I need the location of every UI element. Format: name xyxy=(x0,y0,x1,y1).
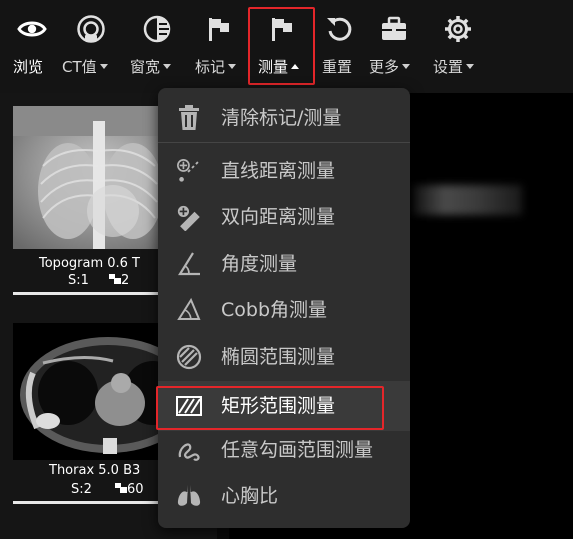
image-count: 2 xyxy=(109,273,129,288)
tool-mark[interactable]: 标记 xyxy=(192,0,246,93)
tool-browse[interactable]: 浏览 xyxy=(13,0,53,93)
viewer-app: 浏览 CT值 窗宽 标记 测量 重置 更多 设置 Topogram 0.6 T … xyxy=(0,0,573,539)
image-count: 60 xyxy=(115,482,144,497)
menu-item-cardiothoracic-ratio[interactable]: 心胸比 xyxy=(158,474,410,518)
flag-icon xyxy=(204,14,234,44)
toolbar: 浏览 CT值 窗宽 标记 测量 重置 更多 设置 xyxy=(0,0,573,93)
obscured-tooltip xyxy=(412,185,522,215)
menu-item-label: Cobb角测量 xyxy=(221,299,328,321)
series-number: S:1 xyxy=(68,273,89,288)
trash-icon xyxy=(176,105,202,131)
reset-icon xyxy=(324,14,354,44)
toolbox-icon xyxy=(379,14,409,44)
menu-item-angle[interactable]: 角度测量 xyxy=(158,242,410,286)
ct-value-icon xyxy=(76,14,106,44)
menu-item-label: 双向距离测量 xyxy=(221,206,336,228)
window-level-icon xyxy=(142,14,172,44)
ellipse-roi-icon xyxy=(176,344,202,370)
freehand-roi-icon xyxy=(176,437,202,463)
tool-mark-label: 标记 xyxy=(195,57,237,77)
menu-item-label: 清除标记/测量 xyxy=(221,107,342,129)
gear-icon xyxy=(443,14,473,44)
bidirectional-distance-icon xyxy=(176,204,202,231)
series-name: Thorax 5.0 B3 xyxy=(49,463,141,478)
menu-item-clear[interactable]: 清除标记/测量 xyxy=(158,96,410,140)
menu-item-label: 任意勾画范围测量 xyxy=(221,439,374,461)
menu-item-freehand-roi[interactable]: 任意勾画范围测量 xyxy=(158,428,410,472)
tool-ct-value[interactable]: CT值 xyxy=(62,0,120,93)
menu-item-label: 心胸比 xyxy=(221,485,279,507)
stack-icon xyxy=(115,483,127,493)
series-name: Topogram 0.6 T xyxy=(39,256,140,271)
measure-dropdown-menu: 清除标记/测量 直线距离测量 双向距离测量 角度测量 Cobb角测量 椭圆范围测… xyxy=(158,88,410,528)
menu-item-line-distance[interactable]: 直线距离测量 xyxy=(158,149,410,193)
menu-item-label: 直线距离测量 xyxy=(221,160,336,182)
tool-window-level-label: 窗宽 xyxy=(130,57,172,77)
tool-more[interactable]: 更多 xyxy=(369,0,421,93)
tool-reset[interactable]: 重置 xyxy=(322,0,360,93)
line-distance-icon xyxy=(176,158,202,184)
series-number: S:2 xyxy=(71,482,92,497)
menu-item-cobb-angle[interactable]: Cobb角测量 xyxy=(158,288,410,332)
tool-browse-label: 浏览 xyxy=(13,58,44,76)
cobb-angle-icon xyxy=(176,297,202,323)
tool-window-level[interactable]: 窗宽 xyxy=(130,0,182,93)
menu-divider xyxy=(158,142,410,143)
measure-highlight-box xyxy=(248,7,315,85)
menu-item-label: 角度测量 xyxy=(221,253,298,275)
rectangle-roi-highlight-box xyxy=(156,386,384,430)
tool-ct-value-label: CT值 xyxy=(62,57,108,77)
tool-reset-label: 重置 xyxy=(322,58,353,76)
tool-settings[interactable]: 设置 xyxy=(433,0,485,93)
stack-icon xyxy=(109,274,121,284)
menu-item-ellipse-roi[interactable]: 椭圆范围测量 xyxy=(158,335,410,379)
cardiothoracic-ratio-icon xyxy=(176,483,202,509)
eye-icon xyxy=(17,14,47,44)
tool-settings-label: 设置 xyxy=(433,57,475,77)
angle-icon xyxy=(176,251,202,277)
menu-item-label: 椭圆范围测量 xyxy=(221,346,336,368)
menu-item-bidirectional-distance[interactable]: 双向距离测量 xyxy=(158,195,410,239)
tool-more-label: 更多 xyxy=(369,57,411,77)
